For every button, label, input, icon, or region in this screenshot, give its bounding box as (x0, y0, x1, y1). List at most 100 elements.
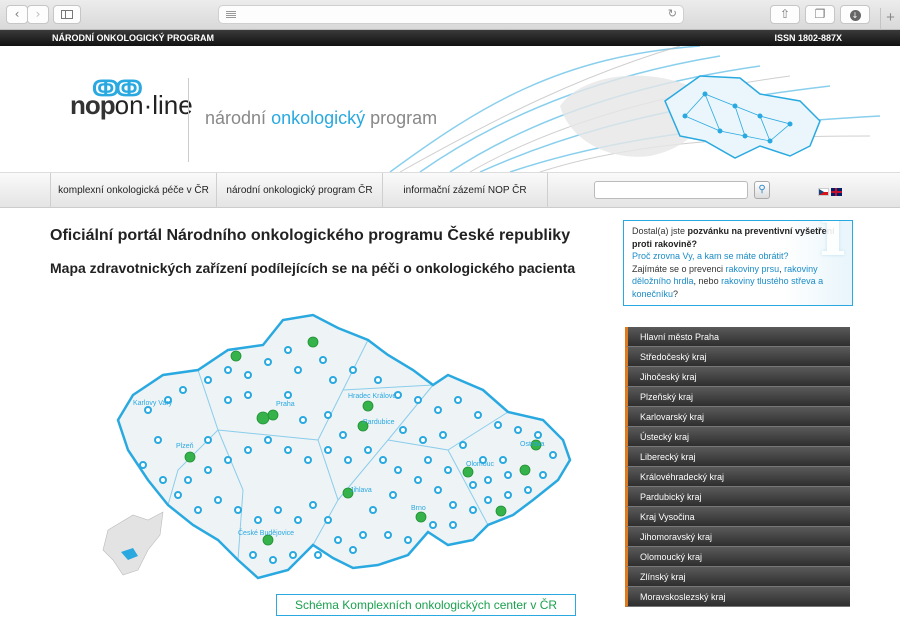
share-button[interactable]: ⇧ (770, 5, 800, 24)
region-item[interactable]: Kraj Vysočina (625, 507, 850, 527)
facility-marker[interactable] (224, 396, 232, 404)
facility-marker[interactable] (504, 491, 512, 499)
facility-marker[interactable] (324, 516, 332, 524)
search-button[interactable]: ⚲ (754, 181, 770, 199)
facility-marker[interactable] (494, 421, 502, 429)
facility-marker[interactable] (264, 358, 272, 366)
facility-marker[interactable] (434, 406, 442, 414)
facility-marker[interactable] (374, 376, 382, 384)
region-item[interactable]: Hlavní město Praha (625, 327, 850, 347)
facility-marker[interactable] (404, 536, 412, 544)
nav-narodni-program[interactable]: národní onkologický program ČR (216, 173, 382, 208)
facility-marker[interactable] (504, 471, 512, 479)
facility-marker[interactable] (524, 486, 532, 494)
region-item[interactable]: Královéhradecký kraj (625, 467, 850, 487)
infobox-link-why[interactable]: Proč zrovna Vy, a kam se máte obrátit? (632, 251, 789, 261)
facility-marker[interactable] (204, 466, 212, 474)
site-logo[interactable]: ↂↂ nopon·line (70, 76, 193, 121)
facility-marker[interactable] (419, 436, 427, 444)
region-item[interactable]: Jihočeský kraj (625, 367, 850, 387)
facility-marker[interactable] (334, 536, 342, 544)
facility-marker[interactable] (139, 461, 147, 469)
download-button[interactable]: ↓ (840, 5, 870, 24)
facility-marker[interactable] (144, 406, 152, 414)
facility-marker[interactable] (294, 366, 302, 374)
facility-marker[interactable] (284, 391, 292, 399)
czech-map[interactable]: Praha Hradec Králové Pardubice Karlovy V… (88, 300, 588, 590)
facility-marker[interactable] (184, 476, 192, 484)
facility-marker[interactable] (484, 496, 492, 504)
facility-marker[interactable] (214, 496, 222, 504)
facility-marker[interactable] (159, 476, 167, 484)
region-item[interactable]: Ústecký kraj (625, 427, 850, 447)
facility-marker[interactable] (174, 491, 182, 499)
facility-marker[interactable] (234, 506, 242, 514)
czech-flag-icon[interactable] (818, 188, 829, 196)
region-item[interactable]: Jihomoravský kraj (625, 527, 850, 547)
facility-marker[interactable] (204, 436, 212, 444)
facility-marker[interactable] (474, 411, 482, 419)
reader-icon[interactable] (226, 11, 236, 12)
facility-marker[interactable] (284, 446, 292, 454)
facility-marker[interactable] (224, 366, 232, 374)
infobox-link-breast[interactable]: rakoviny prsu (726, 264, 780, 274)
facility-marker[interactable] (414, 396, 422, 404)
address-bar[interactable]: ↻ (218, 5, 684, 24)
facility-marker[interactable] (194, 506, 202, 514)
facility-marker[interactable] (324, 446, 332, 454)
facility-marker[interactable] (254, 516, 262, 524)
facility-marker[interactable] (449, 501, 457, 509)
search-input[interactable] (594, 181, 748, 199)
facility-marker[interactable] (329, 376, 337, 384)
region-item[interactable]: Zlínský kraj (625, 567, 850, 587)
facility-marker[interactable] (359, 531, 367, 539)
facility-marker[interactable] (439, 431, 447, 439)
facility-marker[interactable] (314, 551, 322, 559)
region-item[interactable]: Středočeský kraj (625, 347, 850, 367)
facility-marker[interactable] (294, 516, 302, 524)
facility-marker[interactable] (484, 476, 492, 484)
facility-marker[interactable] (249, 551, 257, 559)
facility-marker[interactable] (244, 371, 252, 379)
facility-marker[interactable] (389, 491, 397, 499)
facility-marker[interactable] (429, 521, 437, 529)
facility-marker[interactable] (384, 531, 392, 539)
region-item[interactable]: Liberecký kraj (625, 447, 850, 467)
region-item[interactable]: Olomoucký kraj (625, 547, 850, 567)
facility-marker[interactable] (299, 416, 307, 424)
facility-marker[interactable] (304, 456, 312, 464)
facility-marker[interactable] (399, 426, 407, 434)
facility-marker[interactable] (449, 521, 457, 529)
reload-icon[interactable]: ↻ (668, 7, 677, 20)
facility-marker[interactable] (379, 456, 387, 464)
facility-marker[interactable] (469, 481, 477, 489)
facility-marker[interactable] (414, 476, 422, 484)
facility-marker[interactable] (264, 436, 272, 444)
facility-marker[interactable] (349, 546, 357, 554)
facility-marker[interactable] (274, 506, 282, 514)
facility-marker[interactable] (349, 366, 357, 374)
forward-button[interactable]: › (27, 5, 49, 24)
facility-marker[interactable] (444, 466, 452, 474)
facility-marker[interactable] (244, 391, 252, 399)
region-item[interactable]: Pardubický kraj (625, 487, 850, 507)
facility-marker[interactable] (394, 466, 402, 474)
facility-marker[interactable] (284, 346, 292, 354)
facility-marker[interactable] (324, 411, 332, 419)
facility-marker[interactable] (179, 386, 187, 394)
nav-komplexni-pece[interactable]: komplexní onkologická péče v ČR (50, 173, 216, 208)
nav-informacni-zazemi[interactable]: informační zázemí NOP ČR (382, 173, 548, 208)
facility-marker[interactable] (204, 376, 212, 384)
facility-marker[interactable] (344, 456, 352, 464)
facility-marker[interactable] (454, 396, 462, 404)
facility-marker[interactable] (224, 456, 232, 464)
region-item[interactable]: Karlovarský kraj (625, 407, 850, 427)
facility-marker[interactable] (269, 556, 277, 564)
facility-marker[interactable] (364, 446, 372, 454)
facility-marker[interactable] (424, 456, 432, 464)
facility-marker[interactable] (534, 431, 542, 439)
facility-marker[interactable] (514, 426, 522, 434)
facility-marker[interactable] (369, 506, 377, 514)
sidebar-button[interactable] (53, 5, 81, 24)
facility-marker[interactable] (434, 486, 442, 494)
